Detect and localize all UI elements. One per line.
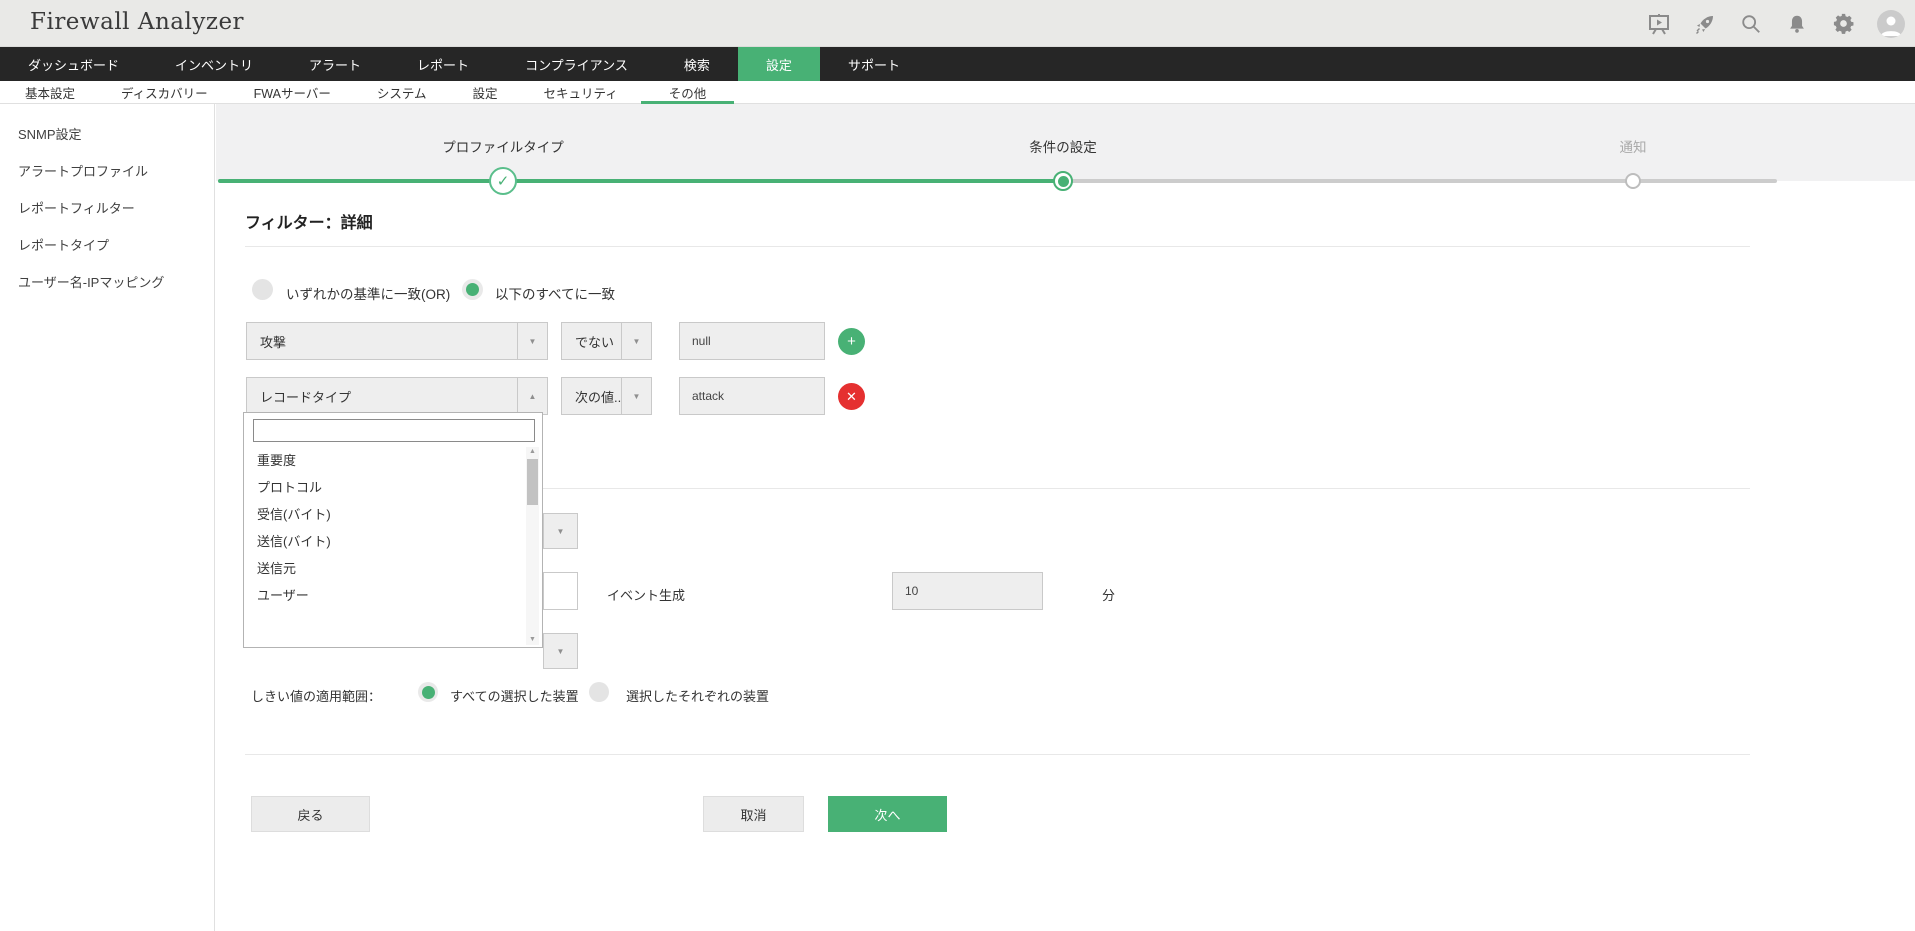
chevron-down-icon: ▼ xyxy=(621,323,651,359)
sidebar-item-snmp[interactable]: SNMP設定 xyxy=(0,116,214,153)
main-nav: ダッシュボード インベントリ アラート レポート コンプライアンス 検索 設定 … xyxy=(0,47,1915,81)
chevron-down-icon: ▼ xyxy=(556,526,565,536)
scrollbar-thumb[interactable] xyxy=(527,459,538,505)
sidebar-item-alert-profile[interactable]: アラートプロファイル xyxy=(0,153,214,190)
heading-divider xyxy=(245,246,1750,247)
threshold-all-radio[interactable] xyxy=(418,682,438,702)
app-header: Firewall Analyzer xyxy=(0,0,1915,47)
gear-icon[interactable] xyxy=(1831,12,1855,36)
dropdown-option-list: 重要度 プロトコル 受信(バイト) 送信(バイト) 送信元 ユーザー xyxy=(244,447,526,609)
nav-inventory[interactable]: インベントリ xyxy=(147,47,281,81)
add-condition-button[interactable]: + xyxy=(838,328,865,355)
chevron-down-icon: ▼ xyxy=(556,646,565,656)
filter-operator-select-1[interactable]: でない ▼ xyxy=(561,322,652,360)
cancel-button[interactable]: 取消 xyxy=(703,796,804,832)
hidden-input-edge[interactable] xyxy=(543,572,578,610)
page-title: フィルター：詳細 xyxy=(245,215,373,232)
step-circle-conditions[interactable] xyxy=(1053,171,1073,191)
nav-dashboard[interactable]: ダッシュボード xyxy=(0,47,147,81)
presentation-icon[interactable] xyxy=(1647,12,1671,36)
nav-compliance[interactable]: コンプライアンス xyxy=(497,47,656,81)
sidebar: SNMP設定 アラートプロファイル レポートフィルター レポートタイプ ユーザー… xyxy=(0,104,215,931)
dropdown-option-protocol[interactable]: プロトコル xyxy=(244,474,526,501)
subnav-basic-settings[interactable]: 基本設定 xyxy=(2,81,98,103)
dropdown-option-source[interactable]: 送信元 xyxy=(244,555,526,582)
footer-divider xyxy=(245,754,1750,755)
step-label-profile-type: プロファイルタイプ xyxy=(442,140,564,155)
match-any-radio[interactable] xyxy=(252,279,273,300)
sidebar-item-report-filter[interactable]: レポートフィルター xyxy=(0,190,214,227)
sidebar-item-user-ip-mapping[interactable]: ユーザー名-IPマッピング xyxy=(0,264,214,301)
filter-value-input-2[interactable] xyxy=(679,377,825,415)
subnav-security[interactable]: セキュリティ xyxy=(521,81,641,103)
app-title: Firewall Analyzer xyxy=(30,9,245,35)
scroll-up-icon[interactable]: ▲ xyxy=(526,447,539,457)
event-generation-label: イベント生成 xyxy=(607,588,686,603)
filter-value-input-1[interactable] xyxy=(679,322,825,360)
sidebar-item-report-type[interactable]: レポートタイプ xyxy=(0,227,214,264)
subnav-others[interactable]: その他 xyxy=(640,81,735,104)
nav-search[interactable]: 検索 xyxy=(656,47,738,81)
minutes-unit-label: 分 xyxy=(1102,588,1116,603)
chevron-down-icon: ▼ xyxy=(621,378,651,414)
dropdown-scrollbar[interactable]: ▲ ▼ xyxy=(526,447,539,645)
dropdown-search-input[interactable] xyxy=(253,419,535,442)
nav-support[interactable]: サポート xyxy=(820,47,928,81)
user-avatar[interactable] xyxy=(1877,9,1905,38)
remove-condition-button[interactable]: ✕ xyxy=(838,383,865,410)
back-button[interactable]: 戻る xyxy=(251,796,370,832)
hidden-select-caret-1[interactable]: ▼ xyxy=(543,513,578,549)
dropdown-option-sent-bytes[interactable]: 送信(バイト) xyxy=(244,528,526,555)
stepper-line-done xyxy=(218,179,1063,183)
main-content: プロファイルタイプ 条件の設定 通知 ✓ フィルター：詳細 いずれかの基準に一致… xyxy=(216,104,1915,931)
dropdown-option-severity[interactable]: 重要度 xyxy=(244,447,526,474)
stepper-line-upcoming xyxy=(1063,179,1777,183)
chevron-down-icon: ▼ xyxy=(517,323,547,359)
chevron-up-icon: ▲ xyxy=(517,378,547,414)
nav-settings[interactable]: 設定 xyxy=(737,47,820,81)
filter-operator-select-2[interactable]: 次の値... ▼ xyxy=(561,377,652,415)
nav-alerts[interactable]: アラート xyxy=(281,47,389,81)
filter-field-select-2[interactable]: レコードタイプ ▲ xyxy=(246,377,548,415)
hidden-select-caret-2[interactable]: ▼ xyxy=(543,633,578,669)
match-all-radio[interactable] xyxy=(462,279,483,300)
next-button[interactable]: 次へ xyxy=(828,796,947,832)
subnav-system[interactable]: システム xyxy=(354,81,450,103)
match-any-label: いずれかの基準に一致(OR) xyxy=(286,287,451,302)
subnav-discovery[interactable]: ディスカバリー xyxy=(98,81,231,103)
step-label-conditions: 条件の設定 xyxy=(1029,140,1097,155)
threshold-each-radio[interactable] xyxy=(589,682,609,702)
subnav-settings[interactable]: 設定 xyxy=(449,81,520,103)
step-circle-notification[interactable] xyxy=(1625,173,1641,189)
nav-reports[interactable]: レポート xyxy=(389,47,497,81)
filter-field-select-1[interactable]: 攻撃 ▼ xyxy=(246,322,548,360)
bell-icon[interactable] xyxy=(1785,12,1809,36)
step-circle-profile-type[interactable]: ✓ xyxy=(489,167,517,195)
subnav-fwa-server[interactable]: FWAサーバー xyxy=(231,81,354,103)
rocket-icon[interactable] xyxy=(1693,12,1717,36)
settings-subnav: 基本設定 ディスカバリー FWAサーバー システム 設定 セキュリティ その他 xyxy=(0,81,1915,104)
threshold-each-label: 選択したそれぞれの装置 xyxy=(626,689,770,704)
dropdown-option-user[interactable]: ユーザー xyxy=(244,582,526,609)
threshold-all-label: すべての選択した装置 xyxy=(450,689,579,704)
event-minutes-input[interactable] xyxy=(892,572,1043,610)
scroll-down-icon[interactable]: ▼ xyxy=(526,635,539,645)
threshold-scope-label: しきい値の適用範囲： xyxy=(251,689,382,704)
stepper: プロファイルタイプ 条件の設定 通知 xyxy=(216,104,1915,181)
search-icon[interactable] xyxy=(1739,12,1763,36)
step-label-notification: 通知 xyxy=(1619,140,1647,155)
record-type-dropdown: 重要度 プロトコル 受信(バイト) 送信(バイト) 送信元 ユーザー ▲ ▼ xyxy=(243,412,543,648)
match-all-label: 以下のすべてに一致 xyxy=(495,287,616,302)
dropdown-option-received-bytes[interactable]: 受信(バイト) xyxy=(244,501,526,528)
